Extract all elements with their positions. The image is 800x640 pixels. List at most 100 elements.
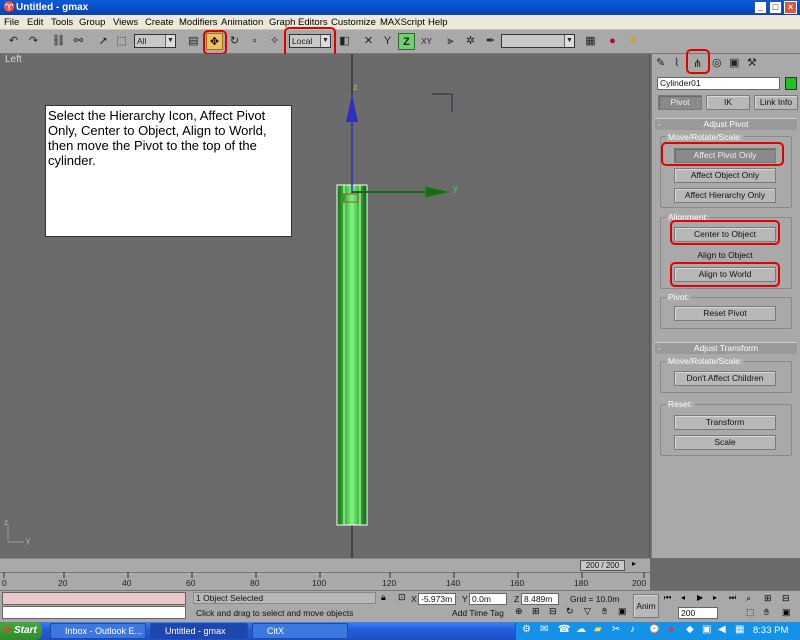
arc-rotate-icon[interactable]: ↻: [566, 606, 574, 617]
zoom-icon[interactable]: ⌕: [746, 593, 751, 604]
add-time-tag-button[interactable]: Add Time Tag: [452, 608, 504, 619]
menu-file[interactable]: File: [4, 16, 19, 29]
next-frame-icon[interactable]: ▸: [713, 593, 717, 602]
create-tab-icon[interactable]: ✎: [656, 56, 665, 69]
tray-folder-icon[interactable]: ▰: [594, 624, 602, 635]
volume-icon[interactable]: ◀: [718, 624, 726, 635]
display-tab-icon[interactable]: ▣: [729, 56, 739, 69]
play-icon[interactable]: ▶: [697, 593, 703, 602]
x-coordinate-field[interactable]: -5.973m: [418, 593, 456, 605]
maximize-viewport-icon[interactable]: ▣: [618, 606, 627, 617]
unlink-selection-icon[interactable]: ⚯: [70, 33, 87, 50]
material-editor-icon[interactable]: ▦: [582, 33, 599, 50]
quick-render-icon[interactable]: ☀: [624, 33, 641, 50]
tray-icon[interactable]: ⚙: [522, 624, 531, 635]
tray-icon[interactable]: ☎: [558, 624, 570, 635]
region-select-icon[interactable]: ⬚: [113, 33, 130, 50]
menu-edit[interactable]: Edit: [27, 16, 43, 29]
next-frame-icon[interactable]: ▸: [632, 559, 636, 568]
adjust-pivot-rollout-header[interactable]: - Adjust Pivot: [655, 118, 797, 130]
zoom-all-viewports-icon[interactable]: ⊞: [764, 593, 772, 604]
select-object-icon[interactable]: ➚: [95, 33, 112, 50]
tray-icon[interactable]: ●: [668, 624, 674, 635]
restrict-y-icon[interactable]: Y: [379, 33, 396, 50]
taskbar-item-outlook[interactable]: Inbox - Outlook E...: [50, 623, 146, 639]
utilities-tab-icon[interactable]: ⚒: [747, 56, 757, 69]
previous-frame-icon[interactable]: ◂: [681, 593, 685, 602]
region-zoom-icon[interactable]: ⬚: [746, 607, 755, 618]
taskbar-item-citx[interactable]: CitX: [252, 623, 348, 639]
object-name-field[interactable]: Cylinder01: [657, 77, 780, 90]
time-slider-track[interactable]: [0, 558, 650, 572]
array-icon[interactable]: ✲: [462, 33, 479, 50]
tray-icon[interactable]: ✂: [612, 624, 620, 635]
current-frame-field[interactable]: 200: [678, 607, 718, 619]
zoom-all-icon[interactable]: ⊟: [549, 606, 557, 617]
tray-icon[interactable]: ▣: [702, 624, 711, 635]
scale-reset-button[interactable]: Scale: [674, 435, 776, 450]
affect-object-only-button[interactable]: Affect Object Only: [674, 168, 776, 183]
motion-tab-icon[interactable]: ◎: [712, 56, 722, 69]
object-color-swatch[interactable]: [785, 77, 797, 90]
menu-modifiers[interactable]: Modifiers: [179, 16, 218, 29]
menu-views[interactable]: Views: [113, 16, 138, 29]
menu-group[interactable]: Group: [79, 16, 105, 29]
affect-hierarchy-only-button[interactable]: Affect Hierarchy Only: [674, 188, 776, 203]
menu-help[interactable]: Help: [428, 16, 448, 29]
select-by-name-icon[interactable]: ▤: [185, 33, 202, 50]
menu-create[interactable]: Create: [145, 16, 174, 29]
pivot-point-center-icon[interactable]: ◧: [336, 33, 353, 50]
mirror-icon[interactable]: ⫸: [442, 33, 459, 50]
y-coordinate-field[interactable]: 0.0m: [469, 593, 507, 605]
maximize-button[interactable]: □: [769, 1, 782, 14]
undo-icon[interactable]: ↶: [5, 33, 22, 50]
render-scene-icon[interactable]: ●: [604, 33, 621, 50]
menu-maxscript[interactable]: MAXScript: [380, 16, 425, 29]
network-icon[interactable]: ▦: [735, 624, 744, 635]
adjust-transform-rollout-header[interactable]: - Adjust Transform: [655, 342, 797, 354]
select-and-scale-icon[interactable]: ▫: [246, 33, 263, 50]
tray-icon[interactable]: ☁: [576, 624, 586, 635]
viewport-nav-icon[interactable]: ⊕: [515, 606, 523, 617]
selection-filter-dropdown[interactable]: All ▼: [134, 34, 176, 48]
restrict-xy-icon[interactable]: XY: [418, 33, 435, 50]
tray-icon[interactable]: ♪: [630, 624, 635, 635]
field-of-view-icon[interactable]: ▽: [584, 606, 591, 617]
tab-pivot[interactable]: Pivot: [658, 95, 702, 110]
minimize-button[interactable]: _: [754, 1, 767, 14]
goto-end-icon[interactable]: ⏭: [729, 593, 736, 603]
absolute-mode-icon[interactable]: ⊡: [398, 592, 406, 603]
pan-view-icon[interactable]: ✋︎: [764, 607, 769, 618]
named-selection-sets-dropdown[interactable]: ▼: [501, 34, 575, 48]
time-slider-handle[interactable]: 200 / 200: [580, 560, 625, 571]
reset-pivot-button[interactable]: Reset Pivot: [674, 306, 776, 321]
menu-customize[interactable]: Customize: [331, 16, 376, 29]
tab-ik[interactable]: IK: [706, 95, 750, 110]
tray-icon[interactable]: ⌚: [648, 624, 660, 635]
lock-selection-icon[interactable]: 🔒︎: [381, 592, 386, 603]
select-and-rotate-icon[interactable]: ↻: [226, 33, 243, 50]
maxscript-listener-input[interactable]: [2, 592, 186, 605]
restrict-x-icon[interactable]: ✕: [360, 33, 377, 50]
animate-button[interactable]: Anim: [633, 594, 659, 618]
dont-affect-children-button[interactable]: Don't Affect Children: [674, 371, 776, 386]
align-to-object-button[interactable]: Align to Object: [674, 250, 776, 260]
menu-animation[interactable]: Animation: [221, 16, 263, 29]
transform-reset-button[interactable]: Transform: [674, 415, 776, 430]
select-and-link-icon[interactable]: ⛓: [50, 33, 67, 50]
tray-icon[interactable]: ✉: [540, 624, 548, 635]
z-coordinate-field[interactable]: 8.489m: [521, 593, 559, 605]
min-max-toggle-icon[interactable]: ▣: [782, 607, 791, 618]
restrict-z-icon[interactable]: Z: [398, 33, 415, 50]
align-icon[interactable]: ✒: [482, 33, 499, 50]
snap-toggle-icon[interactable]: ✧: [266, 33, 283, 50]
close-button[interactable]: ×: [784, 1, 797, 14]
zoom-extents-all-icon[interactable]: ⊟: [782, 593, 790, 604]
redo-icon[interactable]: ↷: [25, 33, 42, 50]
tab-link-info[interactable]: Link Info: [754, 95, 798, 110]
pan-icon[interactable]: ✋︎: [602, 606, 607, 617]
menu-tools[interactable]: Tools: [51, 16, 73, 29]
goto-start-icon[interactable]: ⏮: [664, 593, 671, 603]
taskbar-item-gmax[interactable]: Untitled - gmax: [150, 623, 248, 639]
tray-icon[interactable]: ◆: [686, 624, 694, 635]
